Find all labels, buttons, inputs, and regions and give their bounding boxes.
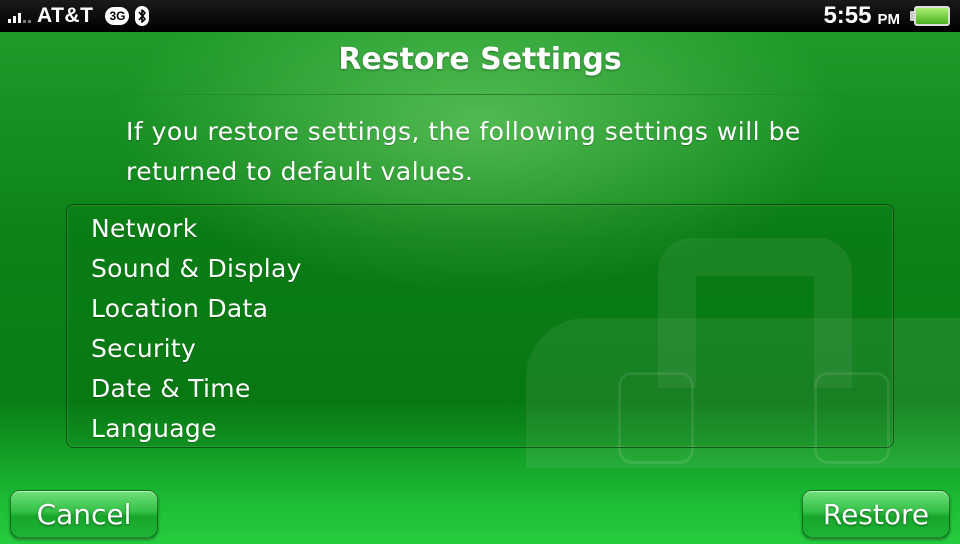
list-item: Network <box>91 214 198 243</box>
settings-list: Network Sound & Display Location Data Se… <box>66 204 894 448</box>
restore-message: If you restore settings, the following s… <box>126 117 801 186</box>
carrier-name: AT&T <box>37 4 94 27</box>
clock-ampm: PM <box>877 10 901 28</box>
list-item: Language <box>91 414 217 443</box>
battery-icon <box>910 6 950 26</box>
network-badge: 3G <box>105 7 130 25</box>
clock-time: 5:55 <box>823 2 872 29</box>
signal-icon <box>8 9 31 23</box>
list-item: Date & Time <box>91 374 251 403</box>
list-item: Sound & Display <box>91 254 302 283</box>
bluetooth-icon <box>135 6 150 26</box>
status-left: AT&T 3G <box>8 0 150 32</box>
list-item: Location Data <box>91 294 269 323</box>
status-bar: AT&T 3G 5:55 PM <box>0 0 960 32</box>
title-divider <box>70 94 890 95</box>
page-title: Restore Settings <box>338 42 622 77</box>
restore-button[interactable]: Restore <box>802 490 950 538</box>
list-item: Security <box>91 334 197 363</box>
cancel-button[interactable]: Cancel <box>10 490 158 538</box>
status-right: 5:55 PM <box>823 2 950 30</box>
